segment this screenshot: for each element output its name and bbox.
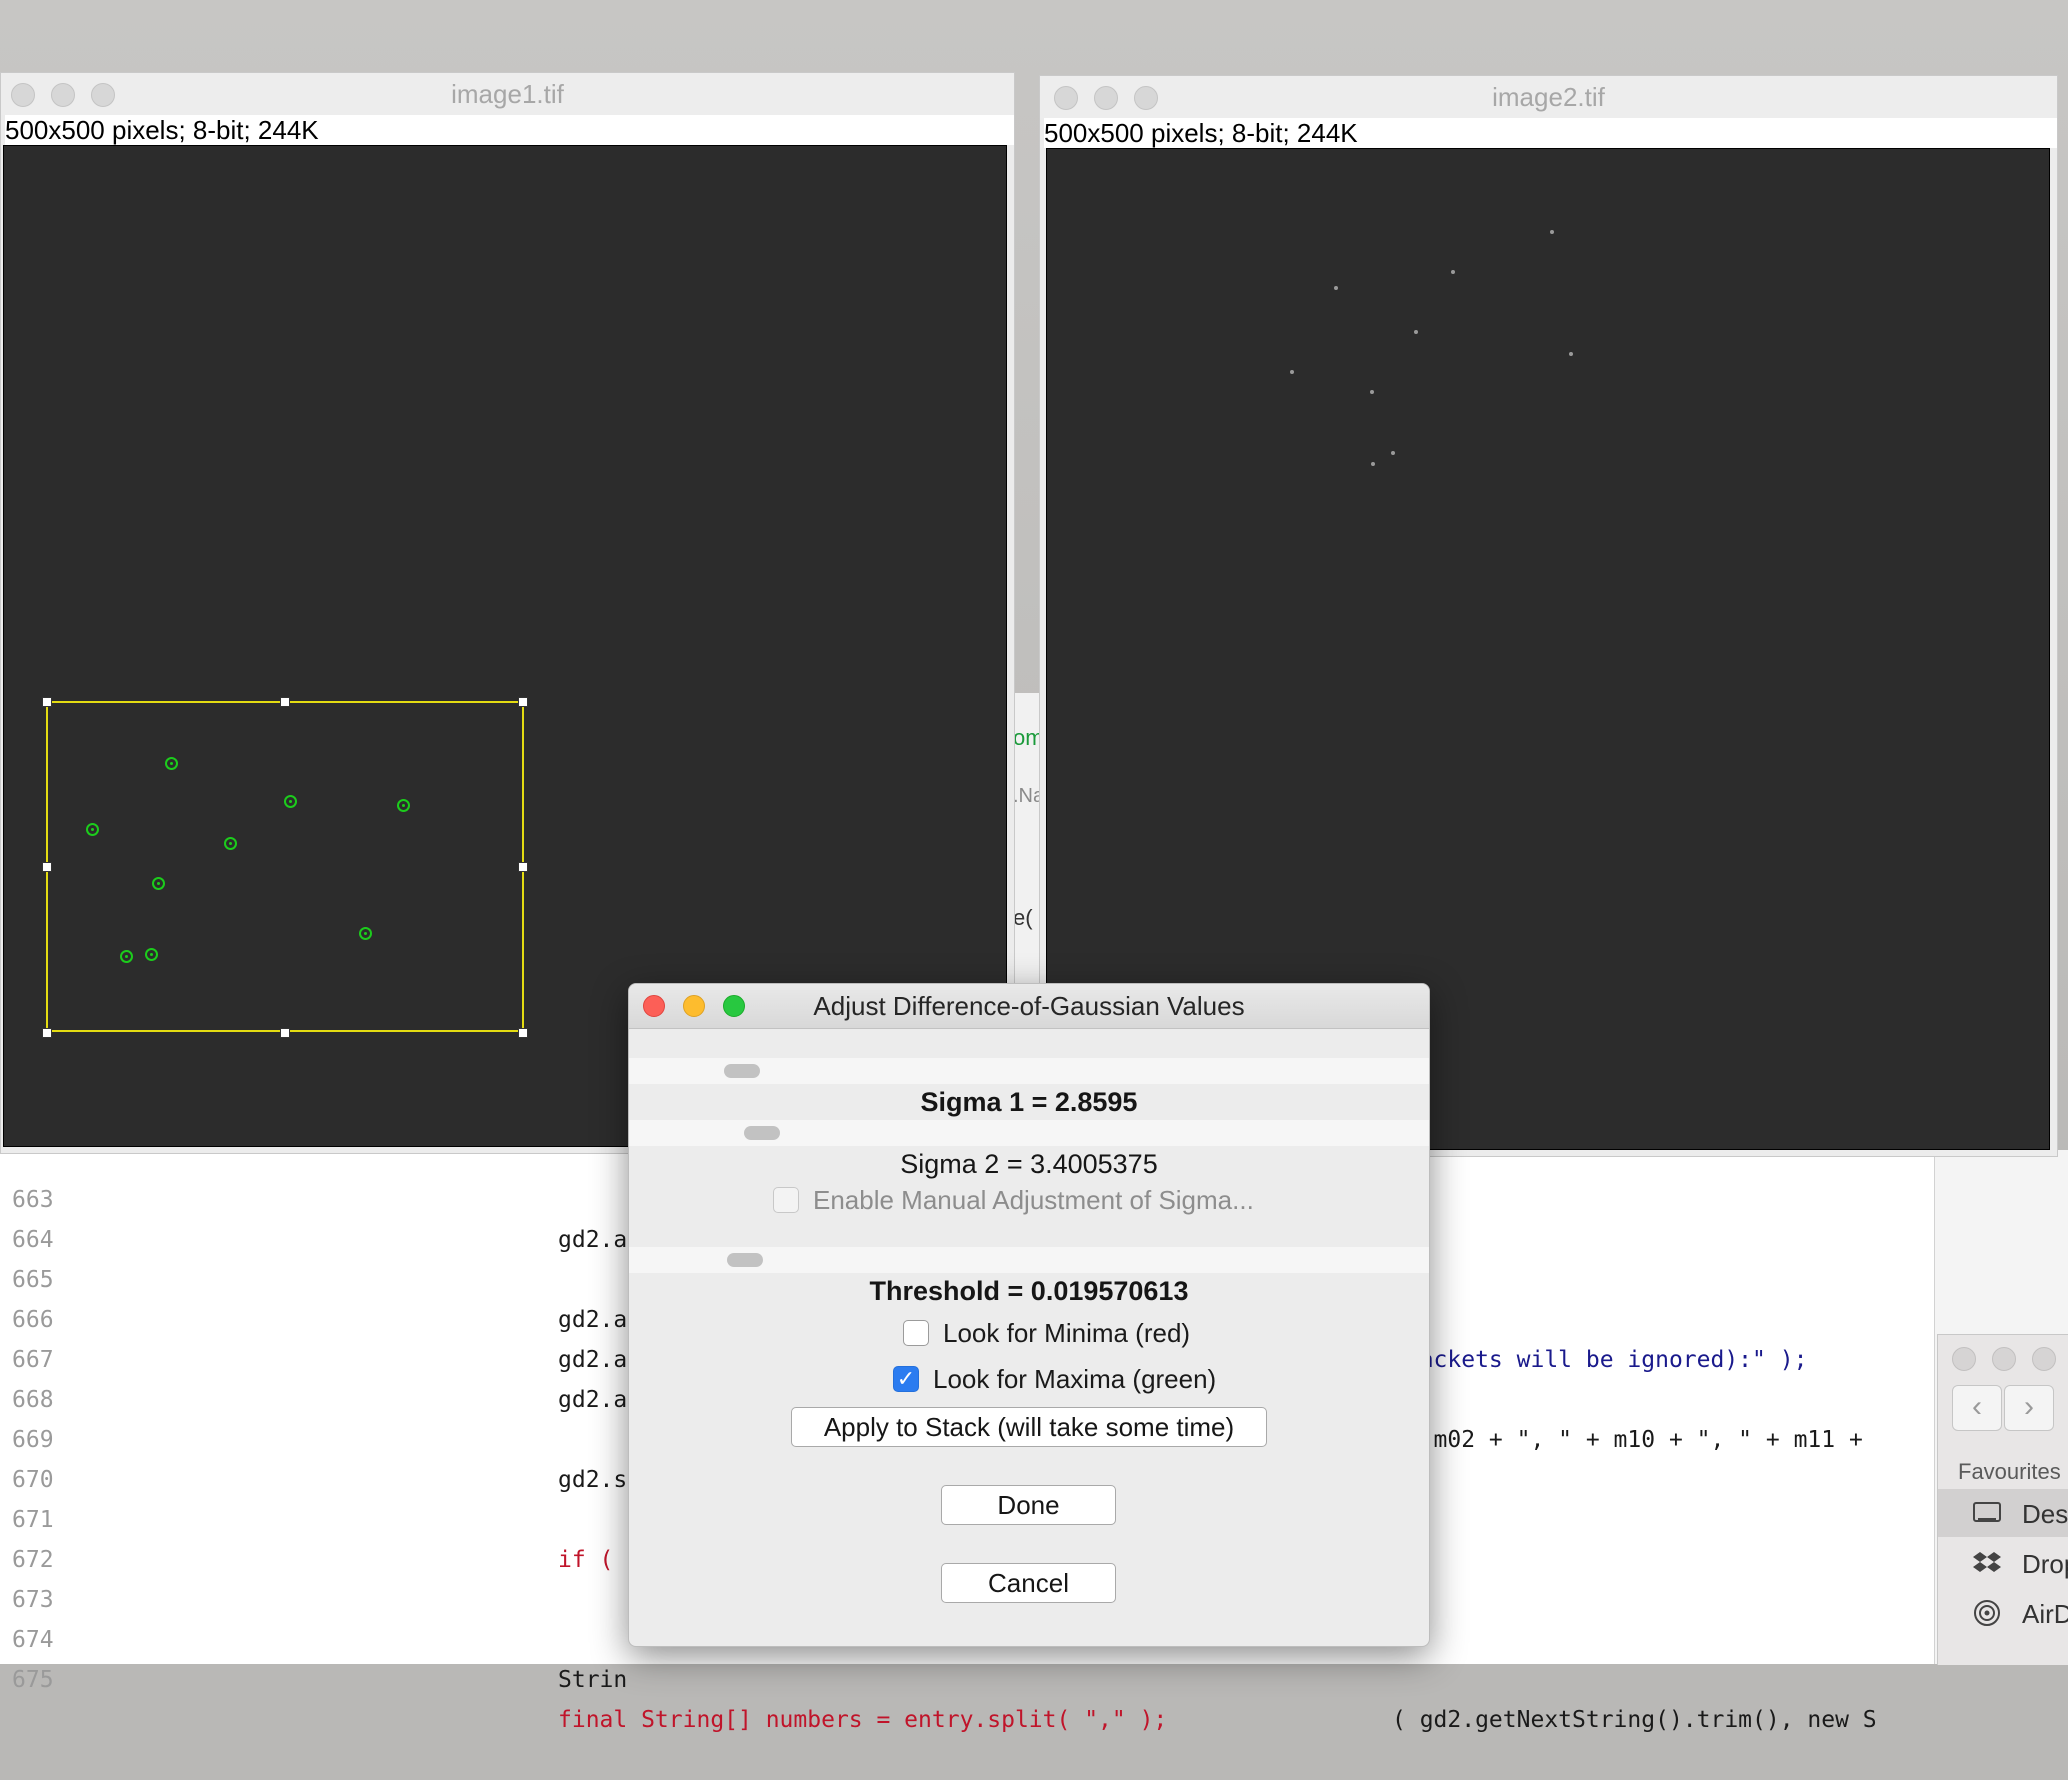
roi-handle[interactable] [42, 862, 52, 872]
sidebar-item-dropbox[interactable]: Drop [1938, 1539, 2068, 1587]
maxima-marker [120, 950, 133, 963]
forward-button[interactable]: › [2004, 1385, 2054, 1431]
image-spot [1414, 330, 1418, 334]
image-spot [1550, 230, 1554, 234]
dialog-titlebar[interactable]: Adjust Difference-of-Gaussian Values [629, 984, 1429, 1029]
threshold-label: Threshold = 0.019570613 [869, 1276, 1189, 1306]
threshold-slider[interactable] [629, 1247, 1429, 1273]
roi-handle[interactable] [518, 862, 528, 872]
finder-window[interactable]: ‹ › Favourites Des Drop AirD [1937, 1334, 2068, 1665]
maxima-marker [224, 837, 237, 850]
maxima-marker [86, 823, 99, 836]
airdrop-icon [1972, 1598, 2002, 1628]
maxima-marker [359, 927, 372, 940]
checkmark-icon: ✓ [896, 1366, 916, 1391]
cancel-button[interactable]: Cancel [941, 1563, 1116, 1603]
sigma1-label: Sigma 1 = 2.8595 [920, 1087, 1138, 1117]
roi-rectangle[interactable] [46, 701, 524, 1032]
roi-handle[interactable] [518, 1028, 528, 1038]
checkbox-label: Look for Minima (red) [943, 1318, 1191, 1348]
desktop-icon [1972, 1498, 2002, 1528]
chevron-left-icon: ‹ [1972, 1390, 1982, 1423]
image-info: 500x500 pixels; 8-bit; 244K [1044, 118, 2057, 148]
window-title: image2.tif [1492, 82, 1605, 112]
checkbox[interactable]: ✓ [893, 1366, 919, 1392]
window-title: image1.tif [451, 79, 564, 109]
slider-thumb[interactable] [727, 1253, 763, 1267]
close-button[interactable] [1952, 1347, 1976, 1371]
roi-handle[interactable] [280, 697, 290, 707]
sidebar-item-airdrop[interactable]: AirD [1938, 1589, 2068, 1637]
minimize-button[interactable] [1992, 1347, 2016, 1371]
dog-dialog[interactable]: Adjust Difference-of-Gaussian Values Sig… [628, 983, 1430, 1647]
code-text: final String[] numbers = entry.split( ",… [558, 1707, 1168, 1733]
sigma2-label: Sigma 2 = 3.4005375 [900, 1149, 1158, 1179]
back-button[interactable]: ‹ [1952, 1385, 2002, 1431]
roi-handle[interactable] [518, 697, 528, 707]
slider-thumb[interactable] [744, 1126, 780, 1140]
dropbox-icon [1972, 1548, 2002, 1578]
chevron-right-icon: › [2024, 1390, 2034, 1423]
checkbox[interactable] [773, 1187, 799, 1213]
checkbox-label: Enable Manual Adjustment of Sigma... [813, 1185, 1254, 1215]
maxima-marker [152, 877, 165, 890]
sigma2-slider[interactable] [629, 1120, 1429, 1146]
code-text-right: ( gd2.getNextString().trim(), new S [1392, 1707, 1877, 1733]
apply-to-stack-button[interactable]: Apply to Stack (will take some time) [791, 1407, 1267, 1447]
maxima-marker [284, 795, 297, 808]
image-spot [1290, 370, 1294, 374]
roi-handle[interactable] [42, 697, 52, 707]
roi-handle[interactable] [42, 1028, 52, 1038]
maxima-marker [397, 799, 410, 812]
image-spot [1334, 286, 1338, 290]
done-button[interactable]: Done [941, 1485, 1116, 1525]
zoom-button[interactable] [2032, 1347, 2056, 1371]
image-spot [1391, 451, 1395, 455]
checkbox[interactable] [903, 1320, 929, 1346]
slider-thumb[interactable] [724, 1064, 760, 1078]
favourites-label: Favourites [1958, 1459, 2061, 1484]
image-info: 500x500 pixels; 8-bit; 244K [5, 115, 1014, 145]
window-titlebar[interactable]: image2.tif [1040, 76, 2057, 118]
sidebar-item-label: Drop [2022, 1549, 2068, 1579]
dialog-title: Adjust Difference-of-Gaussian Values [813, 991, 1245, 1021]
roi-handle[interactable] [280, 1028, 290, 1038]
sidebar-item-label: AirD [2022, 1599, 2068, 1629]
code-text: Strin [558, 1667, 628, 1693]
image-spot [1371, 462, 1375, 466]
sidebar-item-label: Des [2022, 1499, 2068, 1529]
sidebar-item-desktop[interactable]: Des [1938, 1489, 2068, 1537]
editor-fragment-text: e( [1013, 905, 1033, 930]
sigma1-slider[interactable] [629, 1058, 1429, 1084]
window-titlebar[interactable]: image1.tif [1, 73, 1014, 115]
image-spot [1451, 270, 1455, 274]
line-number: 675 [12, 1667, 54, 1693]
image-spot [1370, 390, 1374, 394]
checkbox-label: Look for Maxima (green) [933, 1364, 1217, 1394]
maxima-marker [165, 757, 178, 770]
image-spot [1569, 352, 1573, 356]
maxima-marker [145, 948, 158, 961]
